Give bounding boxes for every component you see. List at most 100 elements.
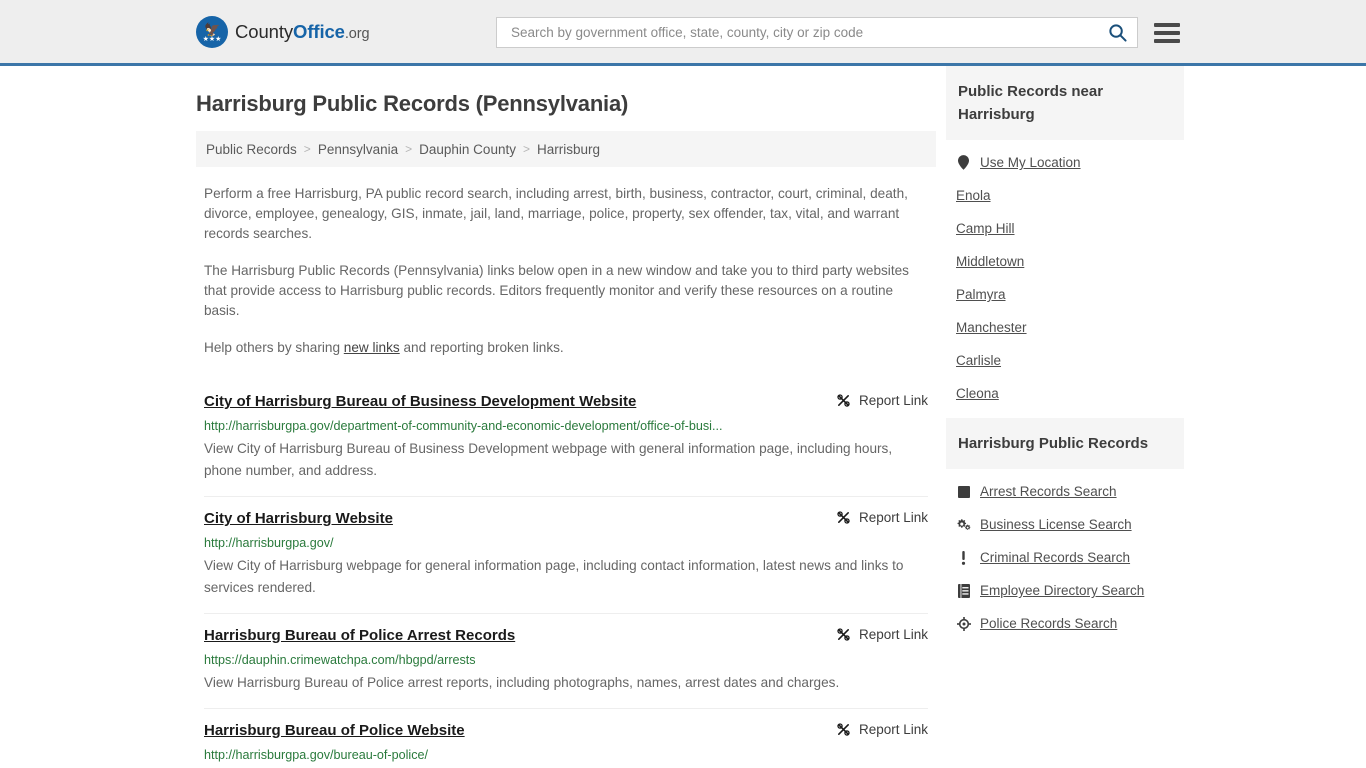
intro-paragraph-1: Perform a free Harrisburg, PA public rec… <box>204 186 908 241</box>
exclamation-icon <box>956 550 971 565</box>
breadcrumb-separator-icon: > <box>522 142 530 156</box>
result-item: City of Harrisburg Website Report Link h… <box>204 496 928 613</box>
result-header: City of Harrisburg Website Report Link <box>204 509 928 528</box>
share-text-after: and reporting broken links. <box>399 340 564 355</box>
sidebar-item-cleona[interactable]: Cleona <box>946 377 1184 410</box>
report-link-button[interactable]: Report Link <box>836 393 928 408</box>
breadcrumb: Public Records > Pennsylvania > Dauphin … <box>196 131 936 167</box>
report-link-button[interactable]: Report Link <box>836 722 928 737</box>
result-title-link[interactable]: City of Harrisburg Website <box>204 509 393 528</box>
page-title: Harrisburg Public Records (Pennsylvania) <box>196 91 629 116</box>
sidebar-item-middletown[interactable]: Middletown <box>946 245 1184 278</box>
search-input[interactable] <box>509 18 1104 47</box>
breadcrumb-separator-icon: > <box>405 142 413 156</box>
page-body: Harrisburg Public Records (Pennsylvania)… <box>0 66 1366 768</box>
report-link-button[interactable]: Report Link <box>836 510 928 525</box>
breadcrumb-item-dauphin-county[interactable]: Dauphin County <box>419 142 516 157</box>
result-header: Harrisburg Bureau of Police Website Repo… <box>204 721 928 740</box>
sidebar-item-use-my-location[interactable]: Use My Location <box>946 146 1184 179</box>
results-list: City of Harrisburg Bureau of Business De… <box>196 380 936 768</box>
broken-link-icon <box>837 511 850 524</box>
handcuffs-square-icon <box>956 485 971 498</box>
intro-paragraph-3: Help others by sharing new links and rep… <box>196 338 936 358</box>
result-item: Harrisburg Bureau of Police Website Repo… <box>204 708 928 768</box>
header-search-area <box>496 17 1180 48</box>
report-link-button[interactable]: Report Link <box>836 627 928 642</box>
result-title-link[interactable]: Harrisburg Bureau of Police Website <box>204 721 465 740</box>
map-pin-icon <box>956 155 971 170</box>
sidebar-link[interactable]: Employee Directory Search <box>980 583 1144 598</box>
logo-text-county: County <box>235 20 294 42</box>
search-box[interactable] <box>496 17 1138 48</box>
sidebar-records-box: Harrisburg Public Records Arrest Records… <box>946 418 1184 640</box>
result-url[interactable]: https://dauphin.crimewatchpa.com/hbgpd/a… <box>204 652 928 668</box>
result-description: View City of Harrisburg webpage for gene… <box>204 558 904 595</box>
breadcrumb-item-public-records[interactable]: Public Records <box>206 142 297 157</box>
result-header: City of Harrisburg Bureau of Business De… <box>204 392 928 411</box>
result-description: View Harrisburg Bureau of Police arrest … <box>204 675 840 690</box>
hamburger-menu-icon[interactable] <box>1154 22 1180 43</box>
result-item: Harrisburg Bureau of Police Arrest Recor… <box>204 613 928 708</box>
breadcrumb-item-pennsylvania[interactable]: Pennsylvania <box>318 142 398 157</box>
logo-text-dotorg: .org <box>344 25 370 42</box>
sidebar-item-palmyra[interactable]: Palmyra <box>946 278 1184 311</box>
sidebar-link[interactable]: Use My Location <box>980 155 1081 170</box>
sidebar-link[interactable]: Cleona <box>956 386 999 401</box>
report-link-label: Report Link <box>858 627 928 642</box>
result-title-link[interactable]: City of Harrisburg Bureau of Business De… <box>204 392 636 411</box>
cogs-icon <box>956 518 971 531</box>
sidebar-item-enola[interactable]: Enola <box>946 179 1184 212</box>
result-description: View City of Harrisburg Bureau of Busine… <box>204 441 893 478</box>
sidebar-link[interactable]: Enola <box>956 188 991 203</box>
result-url[interactable]: http://harrisburgpa.gov/ <box>204 535 928 551</box>
logo-wordmark: CountyOffice.org <box>235 20 370 43</box>
sidebar-link[interactable]: Criminal Records Search <box>980 550 1130 565</box>
broken-link-icon <box>837 394 850 407</box>
content-wrapper: Harrisburg Public Records (Pennsylvania)… <box>188 66 1184 768</box>
broken-link-icon <box>837 628 850 641</box>
sidebar-item-camp-hill[interactable]: Camp Hill <box>946 212 1184 245</box>
sidebar-item-police-records-search[interactable]: Police Records Search <box>946 607 1184 640</box>
result-title-link[interactable]: Harrisburg Bureau of Police Arrest Recor… <box>204 626 515 645</box>
breadcrumb-separator-icon: > <box>303 142 311 156</box>
sidebar-link[interactable]: Carlisle <box>956 353 1001 368</box>
sidebar-nearby-heading: Public Records near Harrisburg <box>946 66 1184 140</box>
sidebar-item-arrest-records-search[interactable]: Arrest Records Search <box>946 475 1184 508</box>
sidebar-link[interactable]: Middletown <box>956 254 1024 269</box>
intro-paragraph-2: The Harrisburg Public Records (Pennsylva… <box>204 263 909 318</box>
sidebar-item-manchester[interactable]: Manchester <box>946 311 1184 344</box>
sidebar-nearby-box: Public Records near Harrisburg Use My Lo… <box>946 66 1184 410</box>
sidebar-link[interactable]: Police Records Search <box>980 616 1117 631</box>
report-link-label: Report Link <box>858 722 928 737</box>
sidebar-records-heading: Harrisburg Public Records <box>946 418 1184 469</box>
share-text-before: Help others by sharing <box>204 340 344 355</box>
sidebar-link[interactable]: Manchester <box>956 320 1027 335</box>
sidebar-item-employee-directory-search[interactable]: Employee Directory Search <box>946 574 1184 607</box>
logo-text-office: Office <box>293 20 345 42</box>
sidebar-item-criminal-records-search[interactable]: Criminal Records Search <box>946 541 1184 574</box>
report-link-label: Report Link <box>858 510 928 525</box>
report-link-label: Report Link <box>858 393 928 408</box>
breadcrumb-item-harrisburg: Harrisburg <box>536 141 601 157</box>
site-logo[interactable]: 🦅 ★★★ CountyOffice.org <box>196 15 370 48</box>
hamburger-bar <box>1154 30 1180 35</box>
result-url[interactable]: http://harrisburgpa.gov/bureau-of-police… <box>204 747 928 763</box>
broken-link-icon <box>837 723 850 736</box>
main-column: Harrisburg Public Records (Pennsylvania)… <box>196 66 936 768</box>
result-url[interactable]: http://harrisburgpa.gov/department-of-co… <box>204 418 928 434</box>
eagle-seal-icon: 🦅 ★★★ <box>196 15 228 48</box>
sidebar: Public Records near Harrisburg Use My Lo… <box>946 66 1184 768</box>
sidebar-item-business-license-search[interactable]: Business License Search <box>946 508 1184 541</box>
new-links-link[interactable]: new links <box>344 340 400 355</box>
sidebar-link[interactable]: Business License Search <box>980 517 1132 532</box>
sidebar-nearby-list: Use My Location Enola Camp Hill Middleto… <box>946 140 1184 410</box>
sidebar-records-list: Arrest Records Search Business License S… <box>946 469 1184 640</box>
sidebar-item-carlisle[interactable]: Carlisle <box>946 344 1184 377</box>
result-header: Harrisburg Bureau of Police Arrest Recor… <box>204 626 928 645</box>
sidebar-link[interactable]: Palmyra <box>956 287 1006 302</box>
sidebar-link[interactable]: Arrest Records Search <box>980 484 1117 499</box>
sidebar-link[interactable]: Camp Hill <box>956 221 1015 236</box>
book-icon <box>956 583 971 598</box>
search-icon[interactable] <box>1104 23 1131 42</box>
hamburger-bar <box>1154 22 1180 27</box>
